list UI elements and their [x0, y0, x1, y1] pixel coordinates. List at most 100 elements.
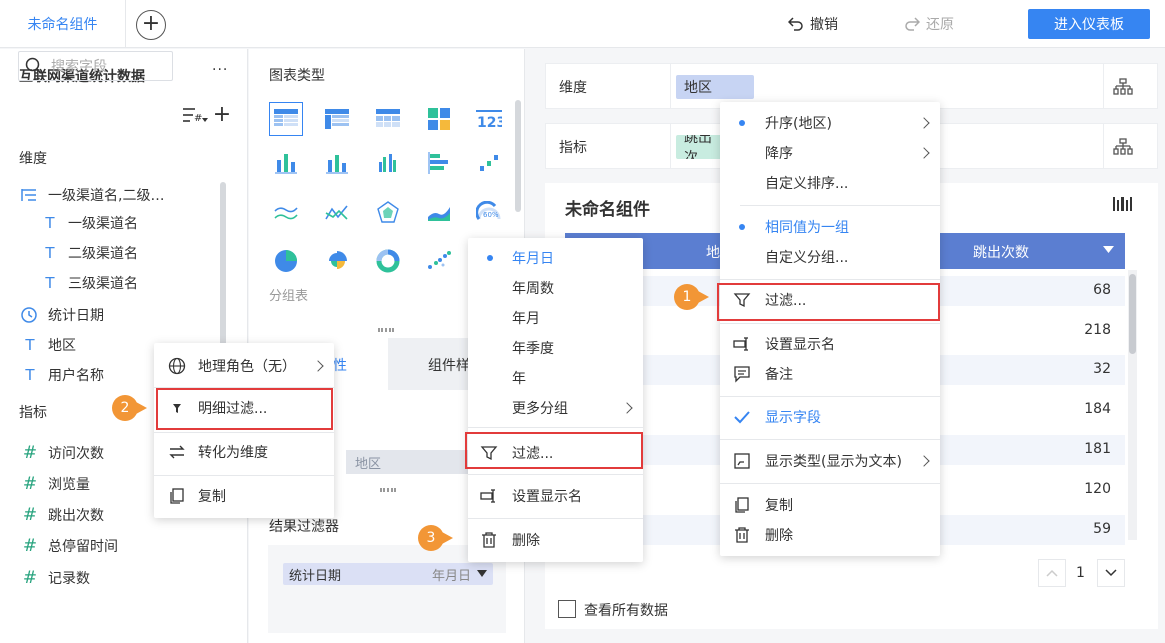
column-header-bounce[interactable]: 跳出次数 [973, 242, 1029, 262]
menu-item-show-field[interactable]: 显示字段 [720, 402, 940, 432]
page-number: 1 [1076, 565, 1085, 581]
menu-item-label: 显示类型(显示为文本) [765, 454, 902, 470]
result-filter-chip[interactable]: 统计日期 年月日 [283, 563, 493, 585]
search-input[interactable]: 搜索字段 [18, 51, 173, 81]
field-sort-icon[interactable]: # [181, 104, 209, 126]
gauge-chart-icon[interactable]: 60% [472, 196, 506, 230]
table-cell: 68 [1093, 282, 1111, 298]
field-label: 三级渠道名 [68, 276, 138, 292]
color-table-chart-icon[interactable] [422, 102, 456, 136]
menu-item-label: 设置显示名 [512, 489, 582, 505]
menu-item-label: 转化为维度 [198, 445, 268, 461]
stacked-bar-chart-icon[interactable] [269, 146, 303, 180]
svg-text:123: 123 [477, 115, 502, 129]
field-item-metric[interactable]: # 记录数 [20, 567, 90, 589]
count-type-icon: # [22, 568, 38, 588]
checkmark-icon [734, 411, 750, 424]
menu-item-set-display-name[interactable]: 设置显示名 [468, 481, 643, 511]
menu-item-year-month[interactable]: 年月 [468, 303, 643, 333]
grouped-bar-chart-icon[interactable] [371, 146, 405, 180]
undo-icon [788, 17, 803, 31]
sort-desc-icon[interactable] [1103, 246, 1114, 254]
radar-chart-icon[interactable] [371, 196, 405, 230]
field-item-metric[interactable]: # 跳出次数 [20, 504, 104, 526]
field-item-dim[interactable]: T 一级渠道名 [40, 212, 138, 234]
menu-item-custom-group[interactable]: 自定义分组... [720, 242, 940, 272]
menu-item-year[interactable]: 年 [468, 363, 643, 393]
field-item-dim[interactable]: T 三级渠道名 [40, 272, 138, 294]
kpi-number-chart-icon[interactable]: 123 [472, 102, 506, 136]
add-tab-icon[interactable]: + [136, 10, 166, 40]
menu-item-copy[interactable]: 复制 [154, 481, 334, 511]
metric-chip-bounce[interactable]: 跳出次 [676, 135, 724, 159]
detail-table-chart-icon[interactable] [371, 102, 405, 136]
hierarchy-config-icon[interactable] [1112, 77, 1134, 97]
field-label: 记录数 [48, 571, 90, 587]
tab-untitled-widget[interactable]: 未命名组件 [0, 0, 126, 48]
tab-attribute-label[interactable]: 性 [333, 355, 347, 375]
menu-item-year-week[interactable]: 年周数 [468, 273, 643, 303]
page-up-button[interactable] [1038, 559, 1066, 587]
undo-label: 撤销 [810, 17, 838, 33]
redo-button[interactable]: 还原 [904, 13, 954, 35]
show-all-checkbox[interactable] [558, 600, 576, 618]
menu-item-copy[interactable]: 复制 [720, 490, 940, 520]
menu-item-geo-role[interactable]: 地理角色（无） [154, 351, 334, 381]
waterfall-chart-icon[interactable] [472, 146, 506, 180]
donut-chart-icon[interactable] [371, 244, 405, 278]
cross-table-chart-icon[interactable] [320, 102, 354, 136]
chevron-up-icon [1046, 569, 1058, 577]
menu-item-label: 更多分组 [512, 401, 568, 417]
menu-item-delete[interactable]: 删除 [720, 520, 940, 550]
chart-type-name: 分组表 [269, 289, 309, 304]
add-field-icon[interactable]: + [211, 102, 233, 127]
chart-type-scrollbar[interactable] [515, 100, 521, 212]
number-type-icon: # [22, 474, 38, 494]
menu-item-label: 年月 [512, 311, 540, 327]
menu-item-convert-dimension[interactable]: 转化为维度 [154, 437, 334, 467]
menu-item-display-type[interactable]: 显示类型(显示为文本) [720, 446, 940, 476]
enter-dashboard-button[interactable]: 进入仪表板 [1028, 9, 1150, 39]
field-item-dim[interactable]: T 用户名称 [20, 364, 104, 386]
group-table-chart-icon[interactable] [269, 102, 303, 136]
menu-item-delete[interactable]: 删除 [468, 525, 643, 555]
field-item-dim[interactable]: 统计日期 [20, 304, 104, 326]
area-chart-icon[interactable] [422, 196, 456, 230]
field-item-metric[interactable]: # 总停留时间 [20, 535, 118, 557]
bar-chart-icon[interactable] [320, 146, 354, 180]
more-icon[interactable]: ··· [212, 62, 228, 78]
resize-handle-icon[interactable] [380, 488, 396, 492]
pie-chart-icon[interactable] [269, 244, 303, 278]
field-item-dim[interactable]: T 二级渠道名 [40, 242, 138, 264]
menu-item-more-groups[interactable]: 更多分组 [468, 393, 643, 423]
undo-button[interactable]: 撤销 [788, 13, 838, 35]
page-down-button[interactable] [1097, 559, 1125, 587]
field-list-scrollbar[interactable] [220, 182, 226, 362]
menu-item-sort-asc[interactable]: 升序(地区) [720, 108, 940, 138]
polyline-chart-icon[interactable] [320, 196, 354, 230]
dropdown-arrow-icon[interactable] [477, 570, 487, 578]
field-item-dim-group[interactable]: 一级渠道名,二级… [20, 184, 164, 206]
scatter-chart-icon[interactable] [422, 244, 456, 278]
menu-item-custom-sort[interactable]: 自定义排序... [720, 168, 940, 198]
hierarchy-config-icon[interactable] [1112, 137, 1134, 157]
redo-label: 还原 [926, 17, 954, 33]
line-chart-icon[interactable] [269, 196, 303, 230]
field-item-dim[interactable]: T 地区 [20, 334, 76, 356]
rose-chart-icon[interactable] [320, 244, 354, 278]
resize-handle-icon[interactable] [378, 328, 394, 332]
menu-item-year-quarter[interactable]: 年季度 [468, 333, 643, 363]
menu-item-set-display-name[interactable]: 设置显示名 [720, 329, 940, 359]
table-scrollbar[interactable] [1128, 270, 1137, 540]
tab-component-style-label[interactable]: 组件样 [428, 355, 470, 375]
column-header-region[interactable]: 地 [706, 242, 720, 262]
menu-item-ymd[interactable]: 年月日 [468, 243, 643, 273]
menu-item-note[interactable]: 备注 [720, 359, 940, 389]
menu-item-same-value-group[interactable]: 相同值为一组 [720, 212, 940, 242]
field-item-metric[interactable]: # 浏览量 [20, 473, 90, 495]
field-item-metric[interactable]: # 访问次数 [20, 442, 104, 464]
dimension-chip-region[interactable]: 地区 [676, 75, 754, 99]
barcode-icon[interactable] [1112, 195, 1134, 213]
menu-item-sort-desc[interactable]: 降序 [720, 138, 940, 168]
horizontal-bar-chart-icon[interactable] [422, 146, 456, 180]
